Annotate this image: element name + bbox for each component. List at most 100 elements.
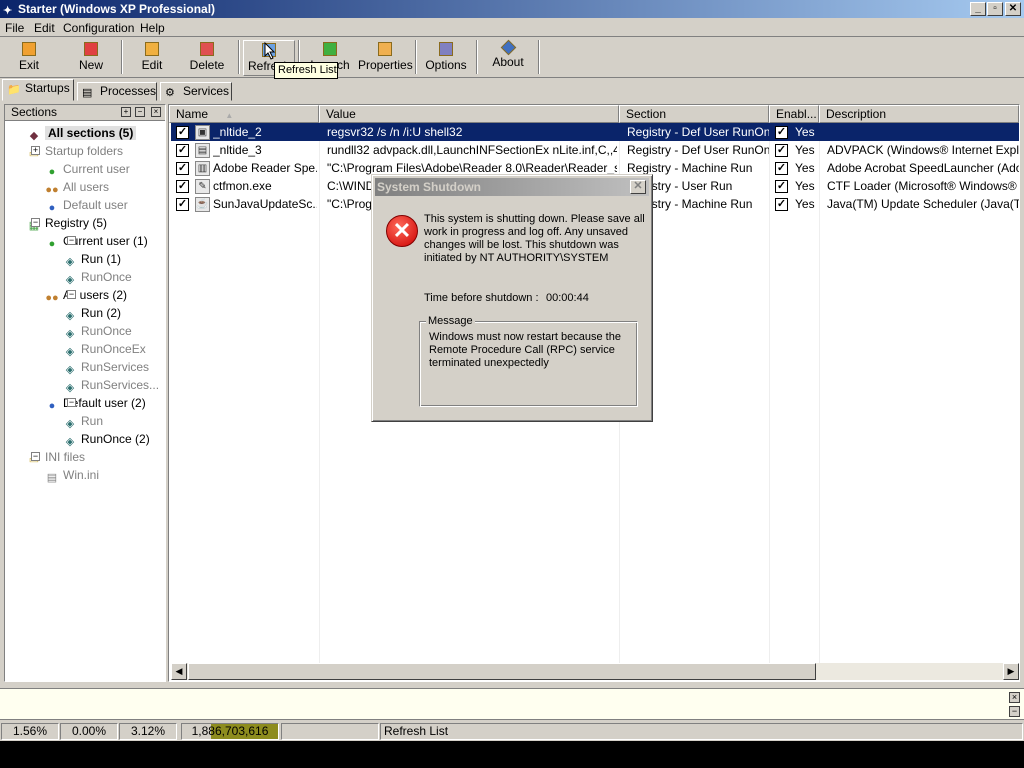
- menu-file[interactable]: File: [5, 21, 24, 35]
- info-close-icon[interactable]: ×: [1009, 692, 1020, 703]
- menu-help[interactable]: Help: [140, 21, 165, 35]
- message-text: Windows must now restart because the Rem…: [429, 331, 621, 369]
- cell-enabled: Yes: [795, 197, 815, 211]
- info-pane: × −: [0, 688, 1024, 720]
- column-section[interactable]: Section: [619, 105, 769, 123]
- launch-icon: [323, 42, 337, 56]
- tree-item[interactable]: ◈ Run (2): [63, 304, 121, 322]
- column-enabled[interactable]: Enabl...: [769, 105, 819, 123]
- tree-item[interactable]: −▦Registry (5): [27, 214, 107, 232]
- collapse-icon[interactable]: −: [31, 218, 40, 227]
- horizontal-scrollbar[interactable]: ◀ ▶: [171, 663, 1019, 680]
- tree-item-label: INI files: [45, 450, 86, 464]
- exit-icon: [22, 42, 36, 56]
- message-group: Message Windows must now restart because…: [419, 315, 638, 407]
- new-button[interactable]: New: [66, 40, 116, 76]
- tree-item[interactable]: − ●● All users (2): [45, 286, 127, 304]
- tree-item[interactable]: ● Default user: [45, 196, 128, 214]
- tree-item[interactable]: ◈ RunOnce (2): [63, 430, 150, 448]
- enabled-checkbox[interactable]: ✓: [176, 144, 189, 157]
- enabled-checkbox[interactable]: ✓: [176, 180, 189, 193]
- tree-item-label: RunServices...: [81, 378, 160, 392]
- delete-button[interactable]: Delete: [182, 40, 232, 76]
- dialog-close-button[interactable]: ✕: [630, 180, 646, 194]
- tree-item[interactable]: ◈ Run: [63, 412, 103, 430]
- minimize-button[interactable]: _: [970, 2, 986, 16]
- expand-all-icon[interactable]: +: [121, 107, 131, 117]
- collapse-icon[interactable]: −: [67, 236, 76, 245]
- tree-item-label: RunOnce: [81, 324, 132, 338]
- scroll-left-button[interactable]: ◀: [171, 663, 187, 680]
- cell-description: Adobe Acrobat SpeedLauncher (Adobe: [827, 161, 1019, 175]
- menu-configuration[interactable]: Configuration: [63, 21, 134, 35]
- tree-item[interactable]: ◈ RunOnceEx: [63, 340, 146, 358]
- edit-button[interactable]: Edit: [128, 40, 176, 76]
- status-text: Refresh List: [380, 723, 1023, 740]
- memory-usage: 1,886,703,616: [181, 723, 279, 740]
- tree-item[interactable]: ● Current user: [45, 160, 130, 178]
- tab-services[interactable]: ⚙ Services: [160, 82, 232, 101]
- column-description[interactable]: Description: [819, 105, 1019, 123]
- maximize-button[interactable]: ▫: [987, 2, 1003, 16]
- table-row[interactable]: ✓ ▤ _nltide_3 rundll32 advpack.dll,LaunchIN…: [171, 141, 1019, 159]
- tree-item[interactable]: ◈ RunServices...: [63, 376, 159, 394]
- tree-item[interactable]: ◆ All sections (5): [27, 124, 137, 142]
- collapse-all-icon[interactable]: −: [135, 107, 145, 117]
- expand-icon[interactable]: +: [31, 146, 40, 155]
- enabled-checkbox[interactable]: ✓: [176, 198, 189, 211]
- scroll-right-button[interactable]: ▶: [1003, 663, 1019, 680]
- tree-item[interactable]: −▭INI files: [27, 448, 85, 466]
- tab-bar: 📁 Startups ▤ Processes ⚙ Services: [0, 79, 1024, 101]
- dialog-title-bar[interactable]: System Shutdown ✕: [375, 178, 649, 196]
- toolbar-separator: [538, 40, 540, 74]
- default-user-icon: ●: [48, 400, 56, 412]
- edit-icon: [145, 42, 159, 56]
- cell-name: _nltide_3: [213, 143, 262, 157]
- tree-item-label: Registry (5): [45, 216, 108, 230]
- tree-item[interactable]: ◈ RunOnce: [63, 322, 132, 340]
- enabled-checkbox[interactable]: ✓: [176, 126, 189, 139]
- entry-icon: ▣: [195, 125, 210, 140]
- options-button[interactable]: Options: [420, 40, 472, 76]
- info-collapse-icon[interactable]: −: [1009, 706, 1020, 717]
- startups-icon: 📁: [7, 84, 21, 96]
- tab-processes[interactable]: ▤ Processes: [77, 82, 157, 101]
- collapse-icon[interactable]: −: [67, 398, 76, 407]
- tree-item[interactable]: ◈ RunServices: [63, 358, 149, 376]
- tree-item[interactable]: +▭Startup folders: [27, 142, 123, 160]
- tree-item[interactable]: ●● All users: [45, 178, 109, 196]
- system-shutdown-dialog: System Shutdown ✕ ✕ This system is shutt…: [371, 174, 653, 422]
- exit-button[interactable]: Exit: [4, 40, 54, 76]
- cell-value: rundll32 advpack.dll,LaunchINFSectionEx …: [327, 143, 617, 157]
- about-icon: [500, 39, 516, 56]
- mouse-cursor-icon: [264, 42, 276, 60]
- toolbar-separator: [238, 40, 240, 74]
- title-bar[interactable]: ✦ Starter (Windows XP Professional) _ ▫ …: [0, 0, 1024, 18]
- cell-description: [827, 123, 1019, 141]
- cell-description: ADVPACK (Windows® Internet Explorer): [827, 143, 1019, 157]
- properties-button[interactable]: Properties: [358, 40, 413, 76]
- scroll-thumb[interactable]: [188, 663, 816, 680]
- sort-ascending-icon: ▲: [225, 111, 234, 120]
- collapse-icon[interactable]: −: [31, 452, 40, 461]
- column-value[interactable]: Value: [319, 105, 619, 123]
- error-icon: ✕: [386, 215, 418, 247]
- menu-edit[interactable]: Edit: [34, 21, 55, 35]
- tab-startups[interactable]: 📁 Startups: [2, 79, 74, 101]
- table-row[interactable]: ✓ ▣ _nltide_2 regsvr32 /s /n /i:U shell32 Re…: [171, 123, 1019, 141]
- tree-item[interactable]: ◈ RunOnce: [63, 268, 132, 286]
- column-name[interactable]: Name ▲: [169, 105, 319, 123]
- enabled-checkbox[interactable]: ✓: [176, 162, 189, 175]
- tree-item[interactable]: − ● Current user (1): [45, 232, 148, 250]
- close-pane-icon[interactable]: ×: [151, 107, 161, 117]
- tree-item[interactable]: ◈ Run (1): [63, 250, 121, 268]
- tree-item-label: Win.ini: [63, 468, 100, 482]
- menu-bar: File Edit Configuration Help: [0, 18, 1024, 37]
- about-button[interactable]: About: [482, 39, 534, 76]
- user-icon: ●: [48, 238, 56, 250]
- collapse-icon[interactable]: −: [67, 290, 76, 299]
- tree-item[interactable]: ▤ Win.ini: [45, 466, 99, 484]
- cell-section: Registry - Def User RunOn...: [627, 125, 769, 139]
- tree-item[interactable]: − ● Default user (2): [45, 394, 146, 412]
- close-button[interactable]: ✕: [1005, 2, 1021, 16]
